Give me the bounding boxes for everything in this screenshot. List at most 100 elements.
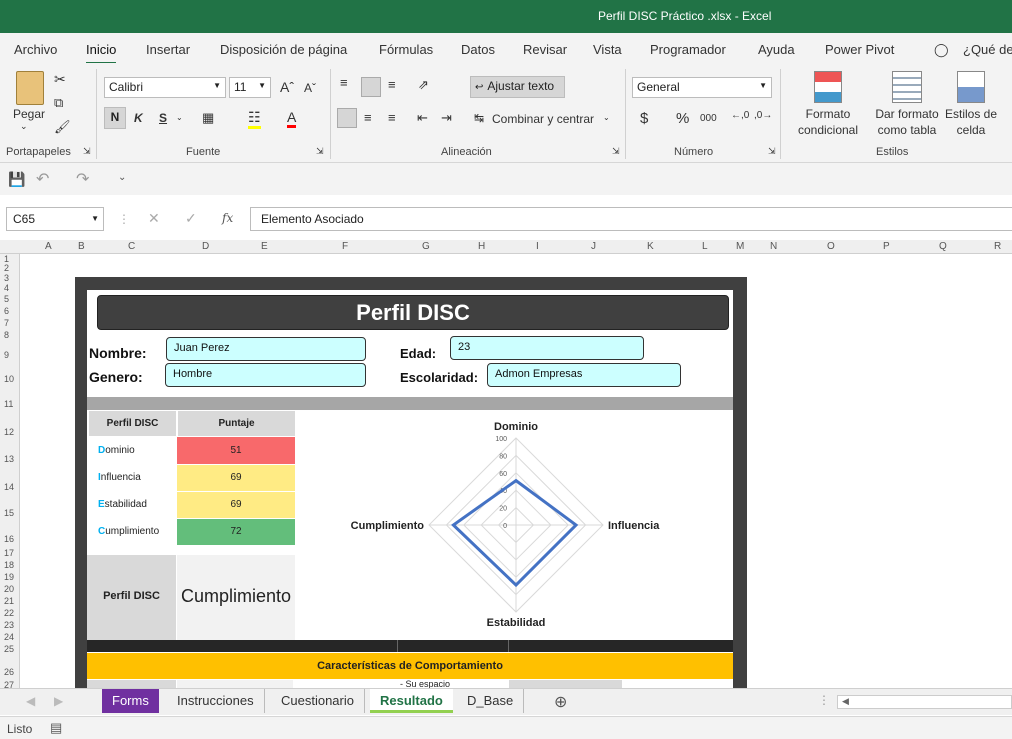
name-box[interactable]: C65 ▼ — [6, 207, 104, 231]
row-header[interactable]: 14 — [4, 482, 14, 492]
undo-icon[interactable]: ↶ — [36, 169, 49, 189]
table-row-score[interactable]: 51 — [177, 437, 295, 464]
profile-label[interactable]: Perfil DISC — [87, 555, 176, 640]
horizontal-scrollbar[interactable]: ◀ — [837, 695, 1012, 709]
bold-button[interactable]: N — [104, 107, 126, 129]
table-row-label[interactable]: Estabilidad — [89, 492, 176, 518]
customize-qat-icon[interactable]: ⌄ — [118, 172, 126, 183]
behavior-header[interactable]: Características de Comportamiento — [87, 653, 733, 679]
conditional-format-button[interactable]: Formato condicional — [792, 106, 864, 138]
radar-chart[interactable]: 020406080100DominioInfluenciaEstabilidad… — [296, 410, 733, 639]
decrease-indent-icon[interactable]: ⇤ — [417, 110, 428, 126]
table-header-score[interactable]: Puntaje — [178, 411, 295, 436]
alignment-launcher-icon[interactable]: ⇲ — [612, 146, 620, 157]
cell-styles-button[interactable]: Estilos de celda — [944, 106, 998, 138]
number-launcher-icon[interactable]: ⇲ — [768, 146, 776, 157]
macro-record-icon[interactable]: ▤ — [50, 720, 62, 736]
insert-function-icon[interactable]: fx — [222, 211, 233, 225]
menu-vista[interactable]: Vista — [593, 42, 622, 57]
menu-search[interactable]: ¿Qué de — [963, 42, 1012, 57]
table-header-profile[interactable]: Perfil DISC — [89, 411, 176, 436]
font-launcher-icon[interactable]: ⇲ — [316, 146, 324, 157]
table-row-score[interactable]: 69 — [177, 465, 295, 491]
tab-resultado[interactable]: Resultado — [370, 689, 453, 713]
underline-button[interactable]: S — [159, 111, 167, 125]
menu-programador[interactable]: Programador — [650, 42, 726, 57]
menu-power-pivot[interactable]: Power Pivot — [825, 42, 894, 57]
underline-dropdown-icon[interactable]: ⌄ — [176, 113, 183, 122]
menu-revisar[interactable]: Revisar — [523, 42, 567, 57]
col-header[interactable]: P — [883, 241, 890, 252]
clipboard-launcher-icon[interactable]: ⇲ — [83, 146, 91, 157]
redo-icon[interactable]: ↷ — [76, 169, 89, 189]
col-header[interactable]: O — [827, 241, 835, 252]
menu-archivo[interactable]: Archivo — [14, 42, 57, 57]
align-middle-icon[interactable] — [361, 77, 381, 97]
col-header[interactable]: R — [994, 241, 1001, 252]
align-top-icon[interactable]: ≡ — [340, 75, 348, 90]
borders-icon[interactable]: ▦ — [202, 110, 214, 126]
row-header[interactable]: 13 — [4, 454, 14, 464]
row-header[interactable]: 23 — [4, 620, 14, 630]
col-header[interactable]: C — [128, 241, 135, 252]
table-format-icon[interactable] — [892, 71, 922, 103]
thousands-button[interactable]: 000 — [700, 113, 717, 124]
row-header[interactable]: 6 — [4, 306, 9, 316]
paste-dropdown-icon[interactable]: ⌄ — [20, 121, 28, 132]
table-row-label[interactable]: Cumplimiento — [89, 519, 176, 545]
table-format-button[interactable]: Dar formato como tabla — [868, 106, 946, 138]
scroll-left-icon[interactable]: ◀ — [842, 696, 849, 707]
col-header[interactable]: H — [478, 241, 485, 252]
gender-field[interactable]: Hombre — [165, 363, 366, 387]
scroll-left-icon[interactable]: ◀ — [26, 694, 35, 708]
paste-icon[interactable] — [16, 71, 44, 105]
row-header[interactable]: 15 — [4, 508, 14, 518]
row-header[interactable]: 4 — [4, 283, 9, 293]
row-header[interactable]: 3 — [4, 273, 9, 283]
table-row-score[interactable]: 69 — [177, 492, 295, 518]
save-icon[interactable]: 💾 — [8, 171, 25, 188]
col-header[interactable]: J — [591, 241, 596, 252]
tab-forms[interactable]: Forms — [102, 689, 159, 713]
formula-input[interactable]: Elemento Asociado — [250, 207, 1012, 231]
row-header[interactable]: 19 — [4, 572, 14, 582]
col-header[interactable]: D — [202, 241, 209, 252]
age-field[interactable]: 23 — [450, 336, 644, 360]
table-row-score[interactable]: 72 — [177, 519, 295, 545]
col-header[interactable]: A — [45, 241, 52, 252]
col-header[interactable]: L — [702, 241, 708, 252]
percent-button[interactable]: % — [676, 110, 689, 127]
row-header[interactable]: 26 — [4, 667, 14, 677]
report-title[interactable]: Perfil DISC — [97, 295, 729, 330]
lightbulb-icon[interactable]: ◯ — [934, 42, 949, 58]
col-header[interactable]: K — [647, 241, 654, 252]
cancel-icon[interactable]: ✕ — [148, 210, 160, 227]
name-field[interactable]: Juan Perez — [166, 337, 366, 361]
school-field[interactable]: Admon Empresas — [487, 363, 681, 387]
align-left-icon[interactable] — [337, 108, 357, 128]
paste-button[interactable]: Pegar — [13, 107, 45, 121]
orientation-icon[interactable]: ⇗ — [418, 77, 429, 93]
col-header[interactable]: G — [422, 241, 430, 252]
chevron-down-icon[interactable]: ⌄ — [603, 113, 610, 122]
cell-styles-icon[interactable] — [957, 71, 985, 103]
copy-icon[interactable]: ⧉ — [54, 95, 63, 111]
align-right-icon[interactable]: ≡ — [388, 110, 396, 125]
row-header[interactable]: 2 — [4, 263, 9, 273]
row-header[interactable]: 9 — [4, 350, 9, 360]
table-row-label[interactable]: Influencia — [89, 465, 176, 491]
row-header[interactable]: 10 — [4, 374, 14, 384]
menu-ayuda[interactable]: Ayuda — [758, 42, 795, 57]
enter-icon[interactable]: ✓ — [185, 210, 197, 227]
row-header[interactable]: 18 — [4, 560, 14, 570]
table-row-label[interactable]: Dominio — [89, 438, 176, 464]
menu-datos[interactable]: Datos — [461, 42, 495, 57]
menu-disposicion[interactable]: Disposición de página — [220, 42, 347, 57]
align-bottom-icon[interactable]: ≡ — [388, 77, 396, 92]
row-header[interactable]: 17 — [4, 548, 14, 558]
conditional-format-icon[interactable] — [814, 71, 842, 103]
cut-icon[interactable]: ✂ — [54, 71, 66, 88]
italic-button[interactable]: K — [134, 111, 143, 125]
row-header[interactable]: 8 — [4, 330, 9, 340]
row-header[interactable]: 7 — [4, 318, 9, 328]
